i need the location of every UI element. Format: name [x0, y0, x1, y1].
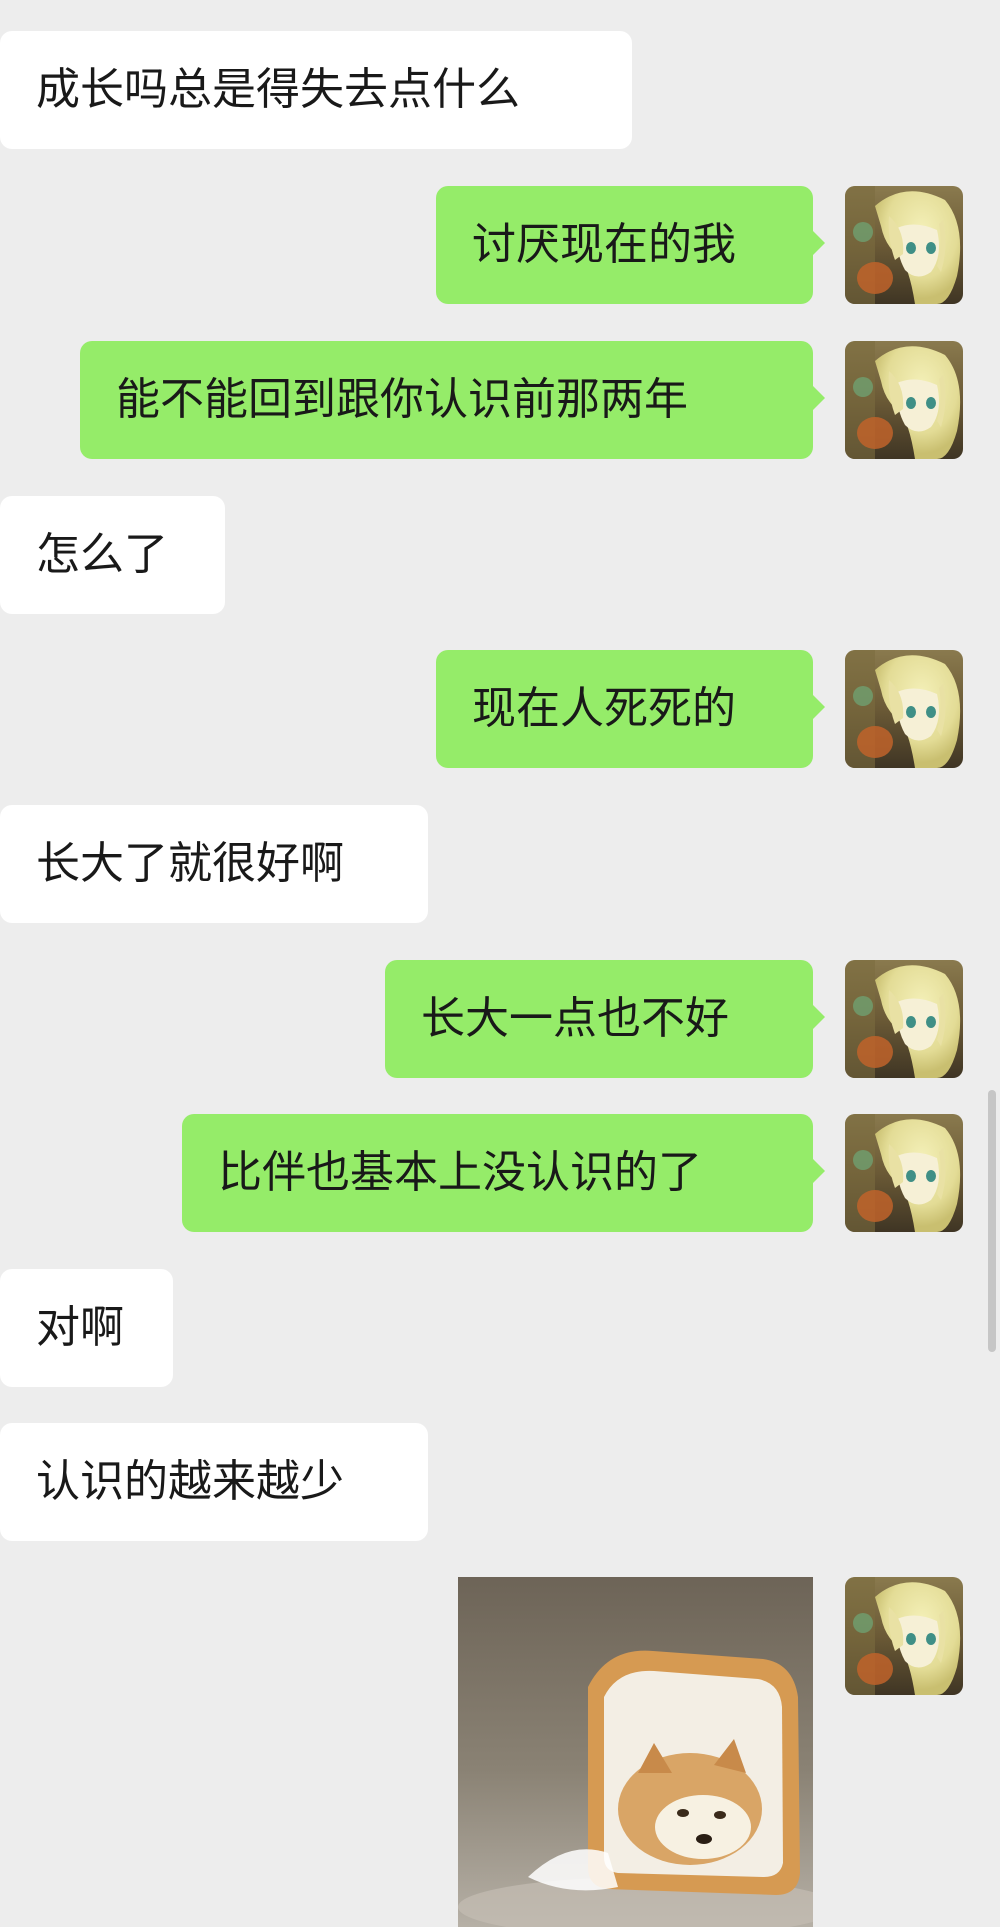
- user-avatar[interactable]: [845, 650, 963, 768]
- incoming-message-bubble[interactable]: 怎么了: [0, 496, 225, 614]
- user-avatar[interactable]: [845, 186, 963, 304]
- outgoing-message-bubble[interactable]: 讨厌现在的我: [436, 186, 825, 304]
- incoming-message-bubble[interactable]: 长大了就很好啊: [0, 805, 428, 923]
- outgoing-message-bubble[interactable]: 能不能回到跟你认识前那两年: [80, 341, 825, 459]
- incoming-message-bubble[interactable]: 成长吗总是得失去点什么: [0, 31, 632, 149]
- incoming-message-bubble[interactable]: 认识的越来越少: [0, 1423, 428, 1541]
- scrollbar-thumb[interactable]: [988, 1090, 996, 1352]
- incoming-message-bubble[interactable]: 对啊: [0, 1269, 173, 1387]
- outgoing-message-bubble[interactable]: 现在人死死的: [436, 650, 825, 768]
- chat-message-list[interactable]: 成长吗总是得失去点什么 讨厌现在的我 能不能回到跟你认识前那两年 怎么了 现在人…: [0, 0, 1000, 1927]
- user-avatar[interactable]: [845, 1577, 963, 1695]
- cat-in-bread-sticker[interactable]: [458, 1577, 813, 1927]
- user-avatar[interactable]: [845, 960, 963, 1078]
- outgoing-message-bubble[interactable]: 长大一点也不好: [385, 960, 825, 1078]
- outgoing-message-bubble[interactable]: 比伴也基本上没认识的了: [182, 1114, 825, 1232]
- user-avatar[interactable]: [845, 1114, 963, 1232]
- user-avatar[interactable]: [845, 341, 963, 459]
